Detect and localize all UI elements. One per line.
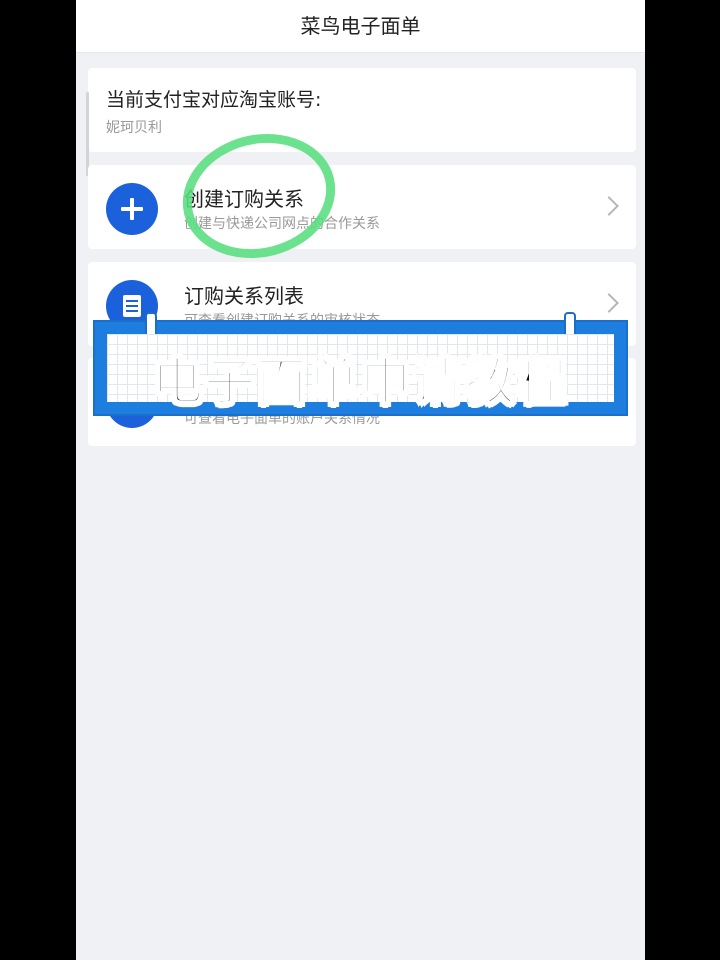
menu-item-title: 订购关系列表 bbox=[184, 284, 304, 308]
account-name: 妮珂贝利 bbox=[106, 120, 162, 136]
phone-screen: 菜鸟电子面单 当前支付宝对应淘宝账号: 妮珂贝利 创建订购关系 创建与快递公司网… bbox=[76, 0, 645, 960]
page-title: 菜鸟电子面单 bbox=[300, 14, 421, 38]
account-card: 当前支付宝对应淘宝账号: 妮珂贝利 bbox=[88, 68, 636, 152]
chevron-right-icon bbox=[599, 196, 619, 216]
chevron-right-icon bbox=[599, 293, 619, 313]
account-label: 当前支付宝对应淘宝账号: bbox=[106, 89, 322, 111]
menu-item-create-subscription[interactable]: 创建订购关系 创建与快递公司网点的合作关系 bbox=[88, 165, 636, 249]
menu-item-title: 创建订购关系 bbox=[184, 187, 304, 211]
nav-bar: 菜鸟电子面单 bbox=[76, 0, 645, 53]
scrollbar[interactable] bbox=[86, 92, 89, 176]
banner-title: 电子面单申请教程 bbox=[152, 352, 569, 412]
banner-grid-panel: 电子面单申请教程 bbox=[107, 334, 614, 412]
plus-icon bbox=[106, 183, 158, 235]
tutorial-banner: 电子面单申请教程 bbox=[93, 312, 628, 416]
menu-item-description: 创建与快递公司网点的合作关系 bbox=[184, 216, 380, 232]
